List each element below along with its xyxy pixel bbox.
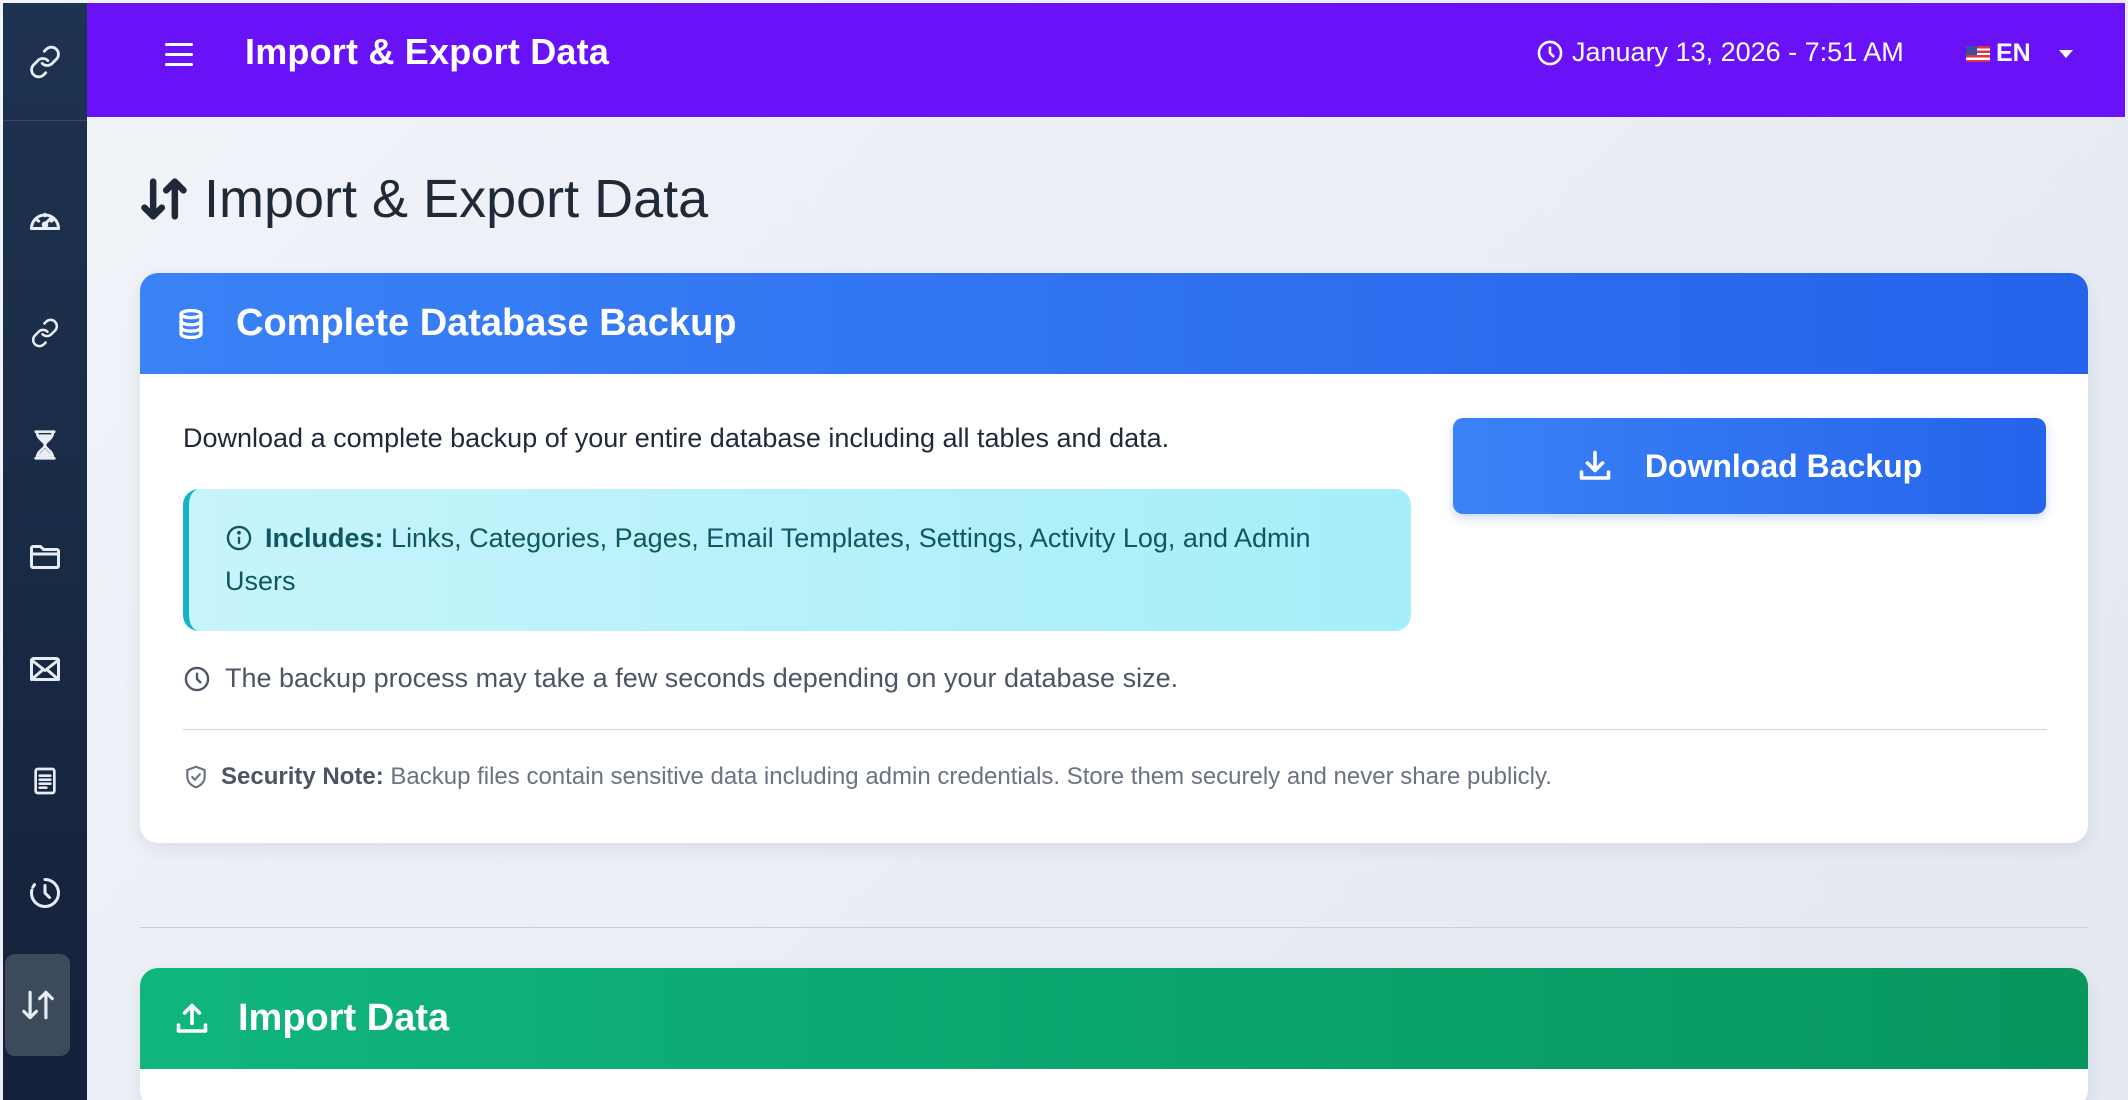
includes-label: Includes: <box>265 523 384 553</box>
shield-check-icon <box>186 765 206 789</box>
section-divider <box>140 927 2088 928</box>
includes-info-box: Includes: Links, Categories, Pages, Emai… <box>183 489 1411 631</box>
upload-icon <box>176 1003 208 1033</box>
import-card-header: Import Data <box>140 968 2088 1069</box>
history-icon <box>30 878 60 908</box>
security-note-text: Backup files contain sensitive data incl… <box>390 763 1552 790</box>
import-export-icon <box>21 990 54 1020</box>
brand-logo[interactable] <box>3 3 87 121</box>
folder-icon <box>30 545 60 569</box>
security-note: Security Note: Backup files contain sens… <box>183 763 1552 791</box>
menu-toggle-button[interactable] <box>165 43 193 69</box>
sidebar-item-import-export[interactable] <box>5 954 70 1056</box>
security-note-label: Security Note: <box>221 763 384 790</box>
process-note-text: The backup process may take a few second… <box>225 663 1179 693</box>
includes-text: Links, Categories, Pages, Email Template… <box>225 523 1311 596</box>
us-flag-icon <box>1966 45 1990 62</box>
topbar-title: Import & Export Data <box>245 31 610 72</box>
sidebar-item-categories[interactable] <box>3 507 87 607</box>
sidebar-item-dashboard[interactable] <box>3 171 87 271</box>
document-icon <box>34 767 56 795</box>
language-selector[interactable]: EN <box>1966 39 2073 68</box>
sidebar-item-pages[interactable] <box>3 731 87 831</box>
link-icon <box>31 318 59 348</box>
divider <box>183 729 2047 730</box>
sidebar-item-activity-log[interactable] <box>3 843 87 943</box>
import-card: Import Data <box>140 968 2088 1100</box>
sidebar-item-pending[interactable] <box>3 395 87 495</box>
download-icon <box>1579 450 1611 480</box>
download-backup-label: Download Backup <box>1644 447 1923 484</box>
sidebar-item-links[interactable] <box>3 283 87 383</box>
backup-process-note: The backup process may take a few second… <box>183 663 1178 694</box>
security-note-content: Security Note: Backup files contain sens… <box>221 763 1552 791</box>
database-icon <box>179 308 203 339</box>
hamburger-line <box>165 53 193 56</box>
page-title: Import & Export Data <box>138 168 708 230</box>
hourglass-icon <box>34 430 56 460</box>
backup-description: Download a complete backup of your entir… <box>183 423 1170 453</box>
backup-card: Complete Database Backup Download a comp… <box>140 273 2088 843</box>
info-icon <box>226 525 252 551</box>
dashboard-icon <box>30 212 60 230</box>
download-backup-button[interactable]: Download Backup <box>1453 418 2046 514</box>
hamburger-line <box>165 43 193 46</box>
clock-icon <box>184 666 210 691</box>
current-datetime: January 13, 2026 - 7:51 AM <box>1536 37 1904 68</box>
top-bar: Import & Export Data January 13, 2026 - … <box>87 3 2125 117</box>
sidebar <box>3 3 87 1100</box>
hamburger-line <box>165 63 193 66</box>
language-code: EN <box>1996 39 2031 67</box>
sidebar-item-email-templates[interactable] <box>3 619 87 719</box>
link-logo-icon <box>30 45 60 78</box>
import-card-title: Import Data <box>238 997 450 1039</box>
chevron-down-icon <box>2058 49 2073 58</box>
clock-icon <box>1537 40 1563 65</box>
page-title-text: Import & Export Data <box>204 169 709 229</box>
backup-card-title: Complete Database Backup <box>236 302 737 344</box>
backup-card-header: Complete Database Backup <box>140 273 2088 374</box>
envelope-icon <box>30 657 60 681</box>
import-export-icon <box>141 178 187 220</box>
datetime-text: January 13, 2026 - 7:51 AM <box>1572 37 1904 67</box>
